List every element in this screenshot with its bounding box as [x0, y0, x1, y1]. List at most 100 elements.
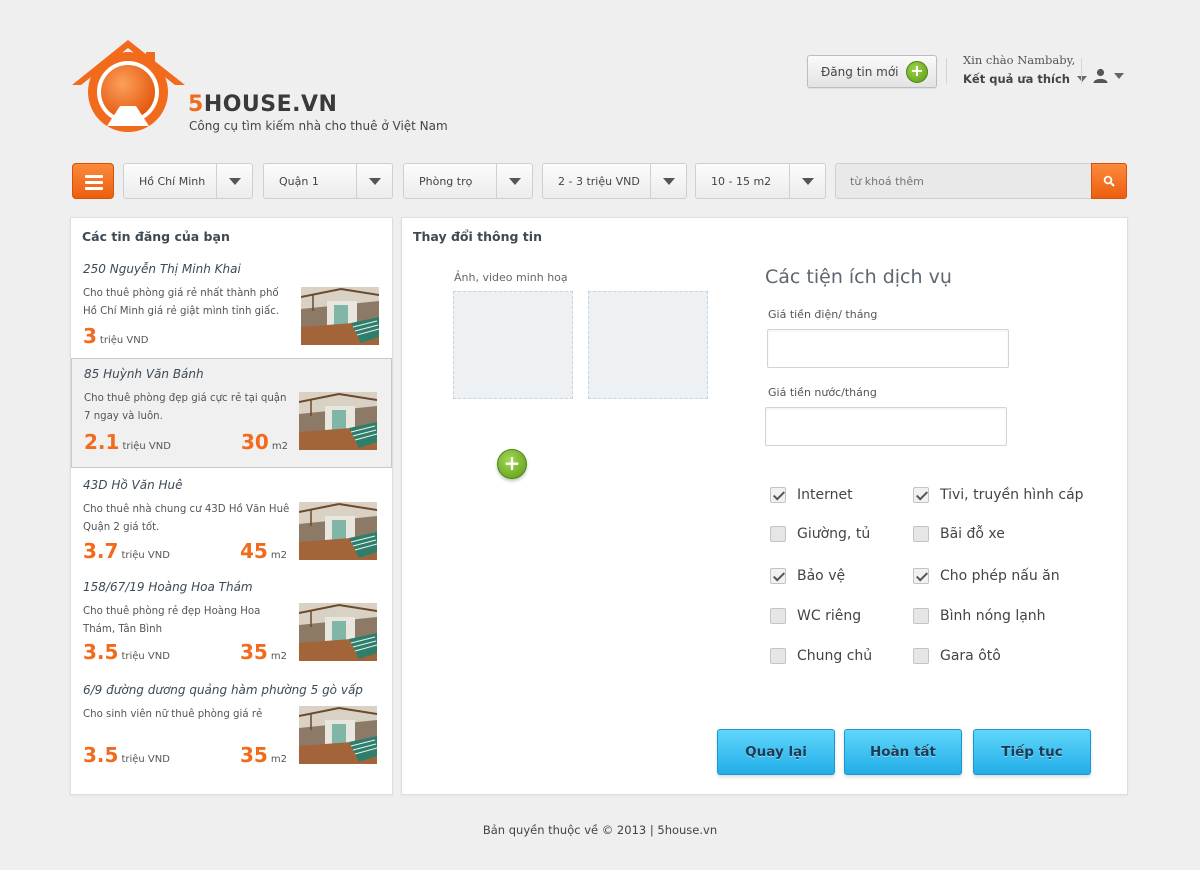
site-logo[interactable]: 5HOUSE.VN Công cụ tìm kiếm nhà cho thuê … — [72, 40, 472, 135]
chevron-down-icon — [1114, 72, 1124, 79]
amenity-checkbox[interactable]: Cho phép nấu ăn — [913, 568, 1060, 584]
search-button[interactable] — [1091, 163, 1127, 199]
listing-item[interactable]: 6/9 đường dương quảng hàm phường 5 gò vấ… — [71, 675, 392, 775]
listing-thumbnail — [299, 392, 377, 450]
chevron-down-icon — [801, 177, 814, 185]
listing-title: 250 Nguyễn Thị Minh Khai — [83, 262, 241, 276]
amenity-label: WC riêng — [797, 608, 862, 624]
checkbox-unchecked-icon — [770, 608, 786, 624]
district-select[interactable]: Quận 1 — [263, 163, 393, 199]
room-photo — [301, 287, 379, 345]
listing-area: 35 m2 — [240, 640, 287, 664]
checkbox-unchecked-icon — [913, 526, 929, 542]
finish-button[interactable]: Hoàn tất — [844, 729, 962, 775]
divider — [946, 58, 947, 84]
listing-area: 35 m2 — [240, 743, 287, 767]
post-button-label: Đăng tin mới — [821, 64, 899, 79]
tagline: Công cụ tìm kiếm nhà cho thuê ở Việt Nam — [189, 119, 448, 133]
listing-thumbnail — [299, 502, 377, 560]
amenity-label: Tivi, truyền hình cáp — [940, 487, 1084, 503]
listing-description: Cho thuê phòng đẹp giá cực rẻ tại quận 7… — [84, 393, 287, 422]
next-button[interactable]: Tiếp tục — [973, 729, 1091, 775]
water-price-label: Giá tiền nước/tháng — [768, 386, 877, 399]
room-photo — [299, 502, 377, 560]
plus-icon: + — [906, 61, 928, 83]
area-select[interactable]: 10 - 15 m2 — [695, 163, 826, 199]
greeting-text: Xin chào Nambaby, — [963, 53, 1076, 67]
type-select[interactable]: Phòng trọ — [403, 163, 533, 199]
amenity-label: Cho phép nấu ăn — [940, 568, 1060, 584]
listing-description: Cho thuê phòng giá rẻ nhất thành phố Hồ … — [83, 288, 280, 317]
amenity-label: Internet — [797, 487, 853, 503]
user-menu[interactable] — [1093, 68, 1124, 83]
listing-price: 3.7 triệu VND — [83, 539, 170, 563]
chevron-down-icon — [368, 177, 381, 185]
listing-item[interactable]: 43D Hồ Văn Huê Cho thuê nhà chung cư 43D… — [71, 470, 392, 570]
checkbox-checked-icon — [770, 487, 786, 503]
hamburger-icon — [85, 175, 103, 178]
listing-description: Cho thuê nhà chung cư 43D Hồ Văn Huê Quậ… — [83, 504, 290, 533]
type-select-value: Phòng trọ — [419, 174, 473, 188]
checkbox-unchecked-icon — [913, 608, 929, 624]
amenity-label: Gara ôtô — [940, 648, 1001, 664]
user-icon — [1093, 68, 1108, 83]
add-media-button[interactable]: + — [497, 449, 527, 479]
water-price-input[interactable] — [765, 407, 1007, 446]
price-select-value: 2 - 3 triệu VND — [558, 174, 640, 188]
checkbox-checked-icon — [913, 568, 929, 584]
favorites-dropdown[interactable]: Kết quả ưa thích — [963, 72, 1087, 86]
amenity-checkbox[interactable]: Bình nóng lạnh — [913, 608, 1046, 624]
listing-description: Cho thuê phòng rẻ đẹp Hoàng Hoa Thám, Tâ… — [83, 606, 261, 635]
room-photo — [299, 603, 377, 661]
favorites-label: Kết quả ưa thích — [963, 72, 1070, 86]
user-greeting: Xin chào Nambaby, Kết quả ưa thích — [963, 53, 1087, 86]
listing-item[interactable]: 158/67/19 Hoàng Hoa Thám Cho thuê phòng … — [71, 572, 392, 672]
listing-title: 158/67/19 Hoàng Hoa Thám — [83, 580, 253, 594]
menu-button[interactable] — [72, 163, 114, 199]
checkbox-unchecked-icon — [770, 648, 786, 664]
listing-item[interactable]: 250 Nguyễn Thị Minh Khai Cho thuê phòng … — [71, 254, 392, 356]
chevron-down-icon — [228, 177, 241, 185]
room-photo — [299, 706, 377, 764]
my-listings-title: Các tin đăng của bạn — [82, 229, 230, 244]
electric-price-input[interactable] — [767, 329, 1009, 368]
amenity-label: Bình nóng lạnh — [940, 608, 1046, 624]
amenity-label: Giường, tủ — [797, 526, 871, 542]
listing-area: 45 m2 — [240, 539, 287, 563]
post-new-listing-button[interactable]: Đăng tin mới + — [807, 55, 937, 88]
keyword-search-input[interactable] — [835, 163, 1092, 199]
district-select-value: Quận 1 — [279, 174, 319, 188]
listing-description: Cho sinh viên nữ thuê phòng giá rẻ — [83, 709, 263, 720]
amenity-label: Chung chủ — [797, 648, 873, 664]
amenity-checkbox[interactable]: Bãi đỗ xe — [913, 526, 1005, 542]
amenity-checkbox[interactable]: Chung chủ — [770, 648, 872, 664]
city-select[interactable]: Hồ Chí Minh — [123, 163, 253, 199]
back-button[interactable]: Quay lại — [717, 729, 835, 775]
amenity-checkbox[interactable]: Gara ôtô — [913, 648, 1001, 664]
services-title: Các tiện ích dịch vụ — [765, 266, 952, 288]
price-select[interactable]: 2 - 3 triệu VND — [542, 163, 687, 199]
amenity-checkbox[interactable]: Tivi, truyền hình cáp — [913, 487, 1084, 503]
divider — [1081, 58, 1082, 84]
amenity-label: Bảo vệ — [797, 568, 846, 584]
amenity-checkbox[interactable]: WC riêng — [770, 608, 861, 624]
listing-price: 3 triệu VND — [83, 324, 149, 348]
listing-area: 30 m2 — [241, 430, 288, 454]
checkbox-unchecked-icon — [913, 648, 929, 664]
listing-title: 43D Hồ Văn Huê — [83, 478, 183, 492]
checkbox-checked-icon — [770, 568, 786, 584]
edit-info-title: Thay đổi thông tin — [413, 229, 542, 244]
amenity-checkbox[interactable]: Bảo vệ — [770, 568, 845, 584]
listing-price: 3.5 triệu VND — [83, 640, 170, 664]
listing-item[interactable]: 85 Huỳnh Văn Bánh Cho thuê phòng đẹp giá… — [71, 358, 392, 468]
amenity-label: Bãi đỗ xe — [940, 526, 1005, 542]
area-select-value: 10 - 15 m2 — [711, 174, 772, 188]
search-icon — [1103, 175, 1115, 187]
listing-thumbnail — [299, 603, 377, 661]
media-upload-slot[interactable] — [453, 291, 573, 399]
media-label: Ảnh, video minh hoạ — [454, 271, 568, 284]
media-upload-slot[interactable] — [588, 291, 708, 399]
amenity-checkbox[interactable]: Giường, tủ — [770, 526, 870, 542]
amenity-checkbox[interactable]: Internet — [770, 487, 853, 503]
brand-name: 5HOUSE.VN — [188, 92, 338, 117]
